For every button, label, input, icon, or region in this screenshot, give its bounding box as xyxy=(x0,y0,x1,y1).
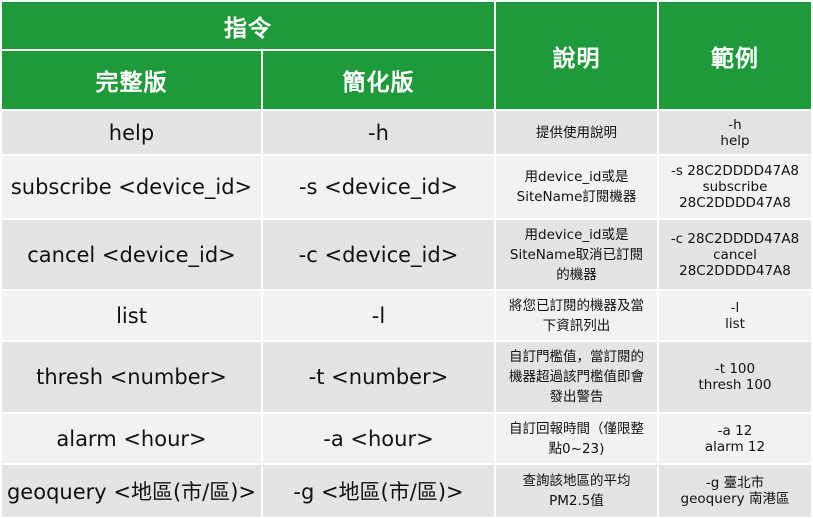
desc-line: 用device_id或是 xyxy=(524,226,629,243)
row-7-example: -g 臺北市 geoquery 南港區 xyxy=(659,465,811,517)
row-6-short: -a <hour> xyxy=(263,414,494,463)
example-line: 28C2DDDD47A8 xyxy=(679,262,791,279)
row-7-description: 查詢該地區的平均 PM2.5值 xyxy=(496,465,657,517)
desc-line: 下資訊列出 xyxy=(542,317,611,334)
example-line: -c 28C2DDDD47A8 xyxy=(670,230,800,247)
example-line: subscribe xyxy=(702,179,768,195)
desc-line: 自訂回報時間（僅限整 xyxy=(509,420,644,437)
example-line: -s 28C2DDDD47A8 xyxy=(671,163,799,179)
row-5-full: thresh <number> xyxy=(2,342,261,412)
example-line: alarm 12 xyxy=(704,438,766,455)
desc-line: 發出警告 xyxy=(549,389,604,405)
row-3-description: 用device_id或是 SiteName取消已訂閱 的機器 xyxy=(496,220,657,289)
row-6-description: 自訂回報時間（僅限整 點0~23) xyxy=(496,414,657,463)
row-1-description: 提供使用說明 xyxy=(496,111,657,154)
example-line: geoquery 南港區 xyxy=(680,491,790,507)
row-5-example: -t 100 thresh 100 xyxy=(659,342,811,412)
row-5-description: 自訂門檻值，當訂閱的 機器超過該門檻值即會 發出警告 xyxy=(496,342,657,412)
example-line: -a 12 xyxy=(717,422,753,439)
row-3-example: -c 28C2DDDD47A8 cancel 28C2DDDD47A8 xyxy=(659,220,811,289)
row-6-full: alarm <hour> xyxy=(2,414,261,463)
row-3-full: cancel <device_id> xyxy=(2,220,261,289)
desc-line: 查詢該地區的平均 xyxy=(522,473,631,489)
row-1-short: -h xyxy=(263,111,494,154)
desc-line: SiteName訂閱機器 xyxy=(516,189,637,205)
example-line: thresh 100 xyxy=(698,377,772,393)
row-2-example: -s 28C2DDDD47A8 subscribe 28C2DDDD47A8 xyxy=(659,156,811,218)
example-line: 28C2DDDD47A8 xyxy=(679,195,791,211)
row-1-full: help xyxy=(2,111,261,154)
desc-line: SiteName取消已訂閱 xyxy=(509,246,644,263)
example-line: -t 100 xyxy=(714,361,756,377)
example-line: -l xyxy=(730,299,740,316)
row-2-description: 用device_id或是 SiteName訂閱機器 xyxy=(496,156,657,218)
row-4-full: list xyxy=(2,291,261,340)
header-example: 範例 xyxy=(659,2,811,109)
example-line: list xyxy=(725,315,745,332)
header-full: 完整版 xyxy=(2,51,261,109)
row-7-full: geoquery <地區(市/區)> xyxy=(2,465,261,517)
command-table: 指令 完整版 簡化版 說明 範例 help -h 提供使用說明 -h help … xyxy=(0,0,813,519)
desc-line: 將您已訂閱的機器及當 xyxy=(509,297,644,314)
desc-line: 自訂門檻值，當訂閱的 xyxy=(509,349,644,365)
row-7-short: -g <地區(市/區)> xyxy=(263,465,494,517)
row-2-short: -s <device_id> xyxy=(263,156,494,218)
row-6-example: -a 12 alarm 12 xyxy=(659,414,811,463)
row-1-example: -h help xyxy=(659,111,811,154)
header-command: 指令 xyxy=(2,2,494,49)
desc-line: 機器超過該門檻值即會 xyxy=(509,369,644,385)
desc-line: 的機器 xyxy=(556,266,597,283)
header-description: 說明 xyxy=(496,2,657,109)
row-3-short: -c <device_id> xyxy=(263,220,494,289)
desc-line: PM2.5值 xyxy=(549,493,604,509)
row-4-description: 將您已訂閱的機器及當 下資訊列出 xyxy=(496,291,657,340)
row-4-example: -l list xyxy=(659,291,811,340)
example-line: help xyxy=(720,132,750,149)
example-line: -h xyxy=(728,116,742,133)
row-2-full: subscribe <device_id> xyxy=(2,156,261,218)
header-short: 簡化版 xyxy=(263,51,494,109)
desc-line: 點0~23) xyxy=(548,440,605,457)
row-4-short: -l xyxy=(263,291,494,340)
example-line: cancel xyxy=(713,246,757,263)
example-line: -g 臺北市 xyxy=(705,475,765,491)
desc-line: 提供使用說明 xyxy=(536,124,617,141)
row-5-short: -t <number> xyxy=(263,342,494,412)
desc-line: 用device_id或是 xyxy=(524,169,629,185)
